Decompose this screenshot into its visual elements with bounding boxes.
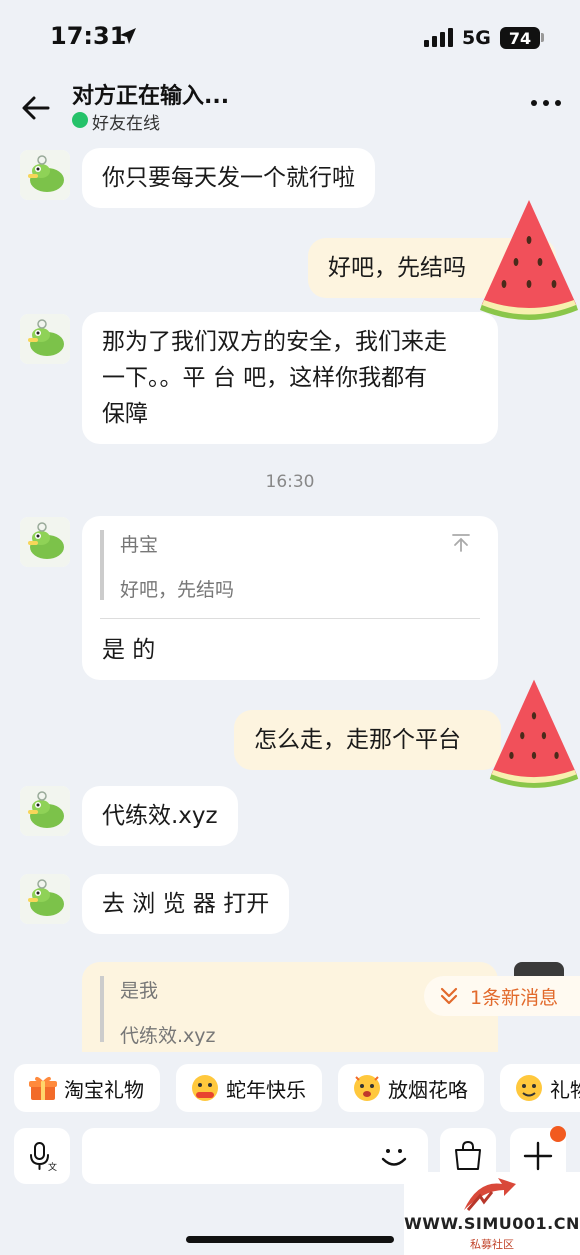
fireworks-emoji-icon — [354, 1075, 380, 1101]
quoted-sender: 是我 — [120, 980, 159, 1002]
watermark-logo-icon — [464, 1178, 516, 1211]
network-type: 5G — [462, 27, 491, 49]
chip-fireworks[interactable]: 放烟花咯 — [338, 1064, 484, 1112]
contact-avatar[interactable] — [20, 786, 70, 836]
double-chevron-down-icon — [440, 987, 458, 1005]
quoted-sender: 冉宝 — [120, 534, 159, 556]
quoted-text: 好吧，先结吗 — [120, 579, 235, 601]
microphone-icon: 文 — [30, 1142, 57, 1172]
chip-gift[interactable]: 礼物 — [500, 1064, 580, 1112]
chip-label: 蛇年快乐 — [226, 1077, 306, 1102]
message-bubble-incoming[interactable]: 去 浏 览 器 打开 — [82, 874, 290, 934]
contact-avatar[interactable] — [20, 517, 70, 567]
shopping-bag-icon — [455, 1140, 481, 1170]
time-divider: 16:30 — [265, 472, 315, 492]
message-text: 好吧，先结吗 — [328, 255, 466, 281]
battery-indicator: 74 — [500, 27, 540, 49]
new-message-label: 1条新消息 — [470, 986, 559, 1009]
online-status-dot — [72, 112, 88, 128]
chip-label: 淘宝礼物 — [64, 1077, 144, 1102]
message-text: 去 浏 览 器 打开 — [102, 891, 270, 917]
online-status-text: 好友在线 — [92, 114, 160, 134]
chat-title: 对方正在输入... — [72, 84, 230, 109]
battery-cap — [541, 33, 544, 42]
jump-to-quote-icon[interactable] — [450, 532, 472, 554]
plus-icon — [523, 1141, 553, 1171]
status-bar: 17:31 5G 74 — [0, 0, 580, 70]
contact-avatar[interactable] — [20, 314, 70, 364]
message-line: 保障 — [102, 401, 148, 427]
quoted-message[interactable]: 冉宝 好吧，先结吗 — [100, 530, 235, 601]
message-text: 怎么走，走那个平台 — [254, 727, 461, 753]
message-text: 是 的 — [102, 637, 156, 663]
new-message-button[interactable]: 1条新消息 — [424, 976, 580, 1016]
notification-dot — [550, 1126, 566, 1142]
contact-avatar[interactable] — [20, 150, 70, 200]
frog-avatar-icon — [20, 786, 70, 836]
message-bubble-incoming[interactable]: 代练效.xyz — [82, 786, 238, 846]
frog-avatar-icon — [20, 150, 70, 200]
snake-emoji-icon — [192, 1075, 218, 1101]
quoted-message[interactable]: 是我 代练效.xyz — [100, 976, 216, 1047]
quote-divider — [100, 618, 480, 619]
frog-avatar-icon — [20, 314, 70, 364]
watermelon-avatar-icon[interactable] — [478, 196, 580, 320]
contact-avatar[interactable] — [20, 874, 70, 924]
frog-avatar-icon — [20, 517, 70, 567]
quoted-text: 代练效.xyz — [120, 1025, 216, 1047]
message-bubble-incoming[interactable]: 你只要每天发一个就行啦 — [82, 148, 375, 208]
chat-header: 对方正在输入... 好友在线 — [0, 70, 580, 140]
gift-emoji-icon — [516, 1075, 542, 1101]
back-arrow-icon[interactable] — [18, 90, 54, 126]
watermark: WWW.SIMU001.CN 私募社区 — [404, 1172, 580, 1255]
chip-label: 放烟花咯 — [388, 1077, 468, 1102]
message-line: 那为了我们双方的安全，我们来走 — [102, 329, 447, 355]
message-bubble-incoming[interactable]: 那为了我们双方的安全，我们来走 一下。。平 台 吧，这样你我都有 保障 — [82, 312, 498, 444]
location-arrow-icon — [120, 28, 136, 44]
more-options-icon[interactable] — [530, 98, 562, 108]
chip-snake-year[interactable]: 蛇年快乐 — [176, 1064, 322, 1112]
message-text: 代练效.xyz — [102, 803, 218, 829]
home-indicator[interactable] — [186, 1236, 394, 1243]
gift-box-icon — [29, 1076, 57, 1100]
watermark-subtitle: 私募社区 — [470, 1238, 514, 1251]
chip-taobao-gift[interactable]: 淘宝礼物 — [14, 1064, 160, 1112]
signal-icon — [424, 28, 453, 47]
message-text: 你只要每天发一个就行啦 — [102, 165, 355, 191]
chip-label: 礼物 — [550, 1077, 580, 1102]
frog-avatar-icon — [20, 874, 70, 924]
watermark-url: WWW.SIMU001.CN — [404, 1214, 580, 1233]
emoji-icon[interactable] — [376, 1138, 412, 1174]
svg-text:文: 文 — [48, 1161, 57, 1172]
voice-input-button[interactable]: 文 — [14, 1128, 70, 1184]
message-bubble-outgoing[interactable]: 怎么走，走那个平台 — [234, 710, 501, 770]
message-line: 一下。。平 台 吧，这样你我都有 — [102, 365, 428, 391]
status-time: 17:31 — [50, 22, 127, 50]
watermelon-avatar-icon[interactable] — [488, 670, 580, 794]
